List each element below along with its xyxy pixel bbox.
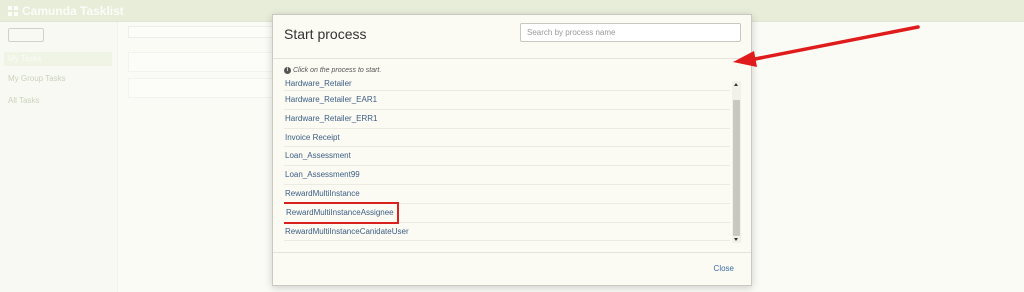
process-item[interactable]: Loan_Assessment [284,147,730,167]
modal-footer: Close [273,252,751,286]
list-scrollbar[interactable] [732,81,741,243]
task-list-area [124,22,284,292]
process-item[interactable]: Invoice Receipt [284,129,730,148]
scroll-up-icon[interactable] [734,83,738,86]
sidebar-item-group-tasks[interactable]: My Group Tasks [4,72,112,86]
task-card[interactable] [128,78,278,98]
modal-title: Start process [284,26,367,42]
sidebar: My Tasks My Group Tasks All Tasks [0,22,118,292]
hint-text: Click on the process to start. [293,67,382,74]
process-item[interactable]: Hardware_Retailer [284,79,730,91]
scroll-thumb[interactable] [733,100,740,236]
process-item[interactable]: Hardware_Retailer_EAR1 [284,91,730,110]
modal-header: Start process [273,15,751,59]
app-brand[interactable]: Camunda Tasklist [8,4,124,18]
process-item[interactable]: Loan_Assessment99 [284,166,730,185]
app-title: Camunda Tasklist [22,4,124,18]
process-item-highlighted[interactable]: RewardMultiInstanceAssignee [284,201,730,224]
start-hint: i Click on the process to start. [284,67,381,74]
company-logo [8,28,44,42]
sidebar-item-my-tasks[interactable]: My Tasks [4,52,112,66]
sidebar-item-all-tasks[interactable]: All Tasks [4,94,112,108]
scroll-down-icon[interactable] [734,238,738,241]
info-icon: i [284,67,291,74]
process-item[interactable]: RewardMultiInstance [284,185,730,204]
filter-tab[interactable] [128,26,278,38]
process-search-input[interactable] [520,23,741,42]
process-item[interactable]: RewardMultiInstanceCanidateUser [284,223,730,242]
start-process-modal: Start process i Click on the process to … [272,14,752,286]
process-list-container[interactable]: Hardware_Retailer Hardware_Retailer_EAR1… [284,79,742,245]
process-list: Hardware_Retailer Hardware_Retailer_EAR1… [284,79,730,242]
close-button[interactable]: Close [714,264,734,273]
process-item[interactable]: Hardware_Retailer_ERR1 [284,110,730,129]
grid-icon [8,6,18,16]
task-card[interactable] [128,52,278,72]
